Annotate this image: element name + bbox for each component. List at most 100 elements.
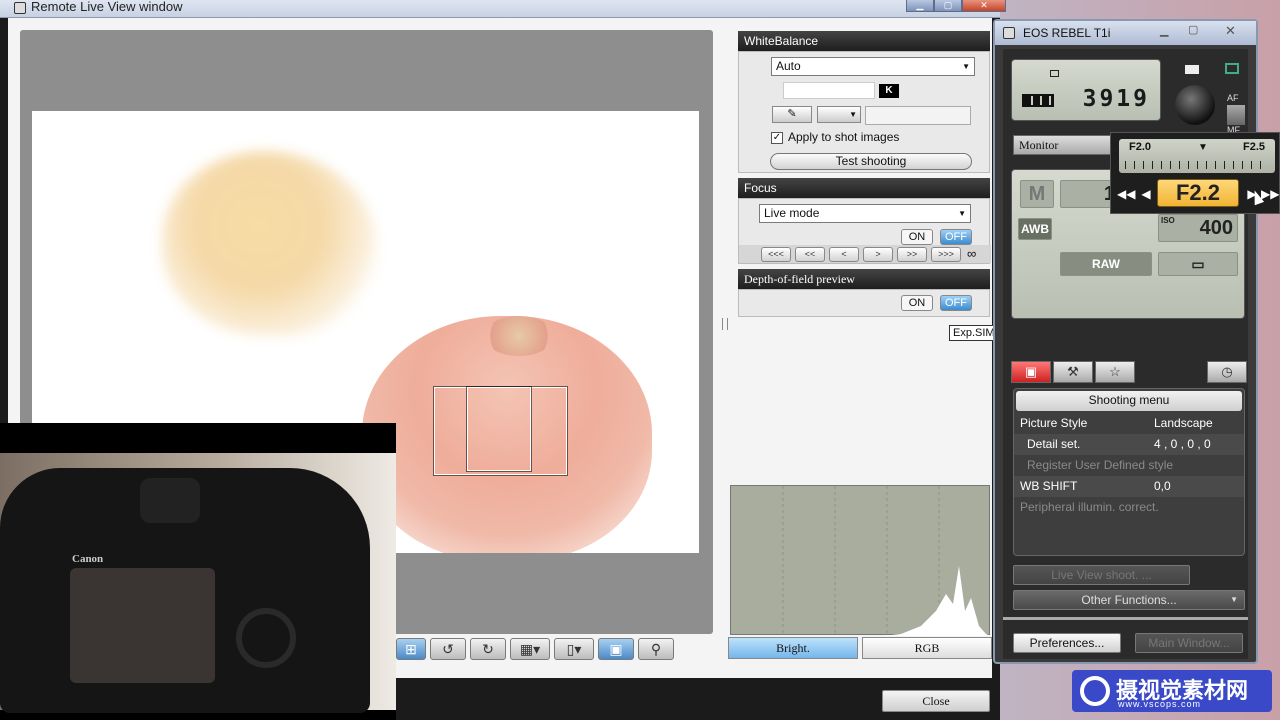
eyedropper-icon: ✎ — [787, 108, 797, 120]
wb-shift-select[interactable]: ▼ — [817, 106, 861, 123]
aperture-value: F2.2 — [1157, 179, 1239, 207]
timer-tab-clock-icon[interactable]: ◷ — [1207, 361, 1247, 383]
splitter-handle[interactable] — [722, 318, 728, 330]
menu-key: Picture Style — [1020, 416, 1088, 430]
focus-section: Live mode ON OFF <<< << < > >> >>> ∞ — [738, 198, 991, 264]
kelvin-input[interactable] — [783, 82, 875, 99]
main-window-button[interactable]: Main Window... — [1135, 633, 1243, 653]
camera-photo: Canon — [0, 453, 396, 713]
wb-value-field[interactable] — [865, 106, 971, 125]
bright-tab[interactable]: Bright. — [728, 637, 858, 659]
focus-mode-select[interactable]: Live mode — [759, 204, 971, 223]
maximize-button[interactable]: ▢ — [934, 0, 962, 12]
scale-right-label: F2.5 — [1242, 141, 1265, 153]
aperture-first-button[interactable]: ◀◀ — [1117, 183, 1135, 205]
rlv-titlebar[interactable]: Remote Live View window ▁ ▢ ✕ — [0, 0, 1006, 18]
dof-on-button[interactable]: ON — [901, 295, 933, 311]
settings-panel: WhiteBalance Auto K ✎ ▼ ✓ Apply to shot … — [738, 31, 991, 317]
iso-setting[interactable]: ISO 400 — [1158, 214, 1238, 242]
eos-close-button[interactable]: ✕ — [1225, 23, 1236, 39]
zoom-button[interactable]: ⚲ — [638, 638, 674, 660]
my-menu-tab-star-icon[interactable]: ☆ — [1095, 361, 1135, 383]
focus-far-1-button[interactable]: > — [863, 247, 893, 262]
menu-row-peripheral: Peripheral illumin. correct. — [1014, 497, 1244, 518]
focus-near-3-button[interactable]: <<< — [761, 247, 791, 262]
scale-marker-icon: ▼ — [1198, 142, 1208, 153]
card-icon — [1185, 65, 1199, 74]
image-view-button[interactable]: ▣ — [598, 638, 634, 660]
preferences-button[interactable]: Preferences... — [1013, 633, 1121, 653]
menu-row-picture-style[interactable]: Picture Style Landscape — [1014, 413, 1244, 434]
menu-value: Landscape — [1154, 416, 1213, 430]
white-balance-indicator[interactable]: AWB — [1018, 218, 1052, 240]
live-view-shoot-button[interactable]: Live View shoot. ... — [1013, 565, 1190, 585]
focus-near-2-button[interactable]: << — [795, 247, 825, 262]
eos-window-title: EOS REBEL T1i — [1023, 26, 1111, 40]
app-icon — [14, 2, 26, 14]
blurred-yellow-onion — [162, 151, 377, 336]
focus-header: Focus — [738, 178, 990, 198]
eos-divider — [1003, 617, 1248, 620]
focus-far-3-button[interactable]: >>> — [931, 247, 961, 262]
shooting-tab-camera-icon[interactable]: ▣ — [1011, 361, 1051, 383]
eyedropper-button[interactable]: ✎ — [772, 106, 812, 123]
focus-far-2-button[interactable]: >> — [897, 247, 927, 262]
watermark-icon — [1080, 676, 1110, 706]
camera-icon — [1225, 63, 1239, 74]
focus-off-button[interactable]: OFF — [940, 229, 972, 245]
close-button[interactable]: Close — [882, 690, 990, 712]
eos-utility-window: EOS REBEL T1i ▁ ▢ ✕ 3919 AF MF Monitor M… — [993, 19, 1258, 664]
eos-titlebar[interactable]: EOS REBEL T1i ▁ ▢ ✕ — [995, 21, 1256, 45]
focus-on-button[interactable]: ON — [901, 229, 933, 245]
shooting-menu: Shooting menu Picture Style Landscape De… — [1013, 388, 1245, 556]
focus-near-1-button[interactable]: < — [829, 247, 859, 262]
minimize-button[interactable]: ▁ — [906, 0, 934, 12]
white-balance-header: WhiteBalance — [738, 31, 990, 51]
apply-label: Apply to shot images — [788, 130, 900, 144]
af-frame[interactable] — [466, 386, 532, 472]
menu-key: Peripheral illumin. correct. — [1020, 500, 1159, 514]
eos-minimize-button[interactable]: ▁ — [1160, 24, 1168, 37]
eos-tabs: ▣ ⚒ ☆ ◷ — [1011, 361, 1247, 383]
chevron-down-icon: ▼ — [1230, 595, 1238, 604]
window-close-button[interactable]: ✕ — [962, 0, 1006, 12]
menu-row-detail-set[interactable]: Detail set. 4 , 0 , 0 , 0 — [1014, 434, 1244, 455]
aspect-ratio-button[interactable]: ▯▾ — [554, 638, 594, 660]
other-functions-label: Other Functions... — [1081, 593, 1177, 607]
iso-label: ISO — [1161, 216, 1175, 225]
red-onion-top — [484, 316, 554, 356]
dof-section: ON OFF — [738, 289, 990, 317]
white-balance-select[interactable]: Auto — [771, 57, 975, 76]
grid-overlay-button[interactable]: ▦▾ — [510, 638, 550, 660]
watermark-url: www.vscops.com — [1118, 699, 1202, 709]
menu-key: WB SHIFT — [1020, 479, 1078, 493]
menu-row-wb-shift[interactable]: WB SHIFT 0,0 — [1014, 476, 1244, 497]
shots-remaining: 3919 — [1082, 86, 1150, 112]
main-dial[interactable] — [1175, 85, 1215, 125]
image-quality[interactable]: RAW — [1060, 252, 1152, 276]
rotate-right-button[interactable]: ↻ — [470, 638, 506, 660]
histogram — [730, 485, 991, 636]
aperture-prev-button[interactable]: ◀ — [1137, 183, 1155, 205]
pc-transfer-icon[interactable]: ▭ — [1158, 252, 1238, 276]
live-view-toolbar: ⊞ ↺ ↻ ▦▾ ▯▾ ▣ ⚲ — [396, 638, 674, 660]
aperture-scale[interactable]: F2.0 F2.5 ▼ — [1119, 139, 1275, 173]
battery-shots-lcd: 3919 — [1011, 59, 1161, 121]
monitor-button[interactable]: Monitor — [1013, 135, 1113, 155]
dof-off-button[interactable]: OFF — [940, 295, 972, 311]
grid-view-button[interactable]: ⊞ — [396, 638, 426, 660]
settings-tab-tools-icon[interactable]: ⚒ — [1053, 361, 1093, 383]
menu-value: 4 , 0 , 0 , 0 — [1154, 437, 1211, 451]
rotate-left-button[interactable]: ↺ — [430, 638, 466, 660]
white-balance-section: Auto K ✎ ▼ ✓ Apply to shot images Test s… — [738, 51, 990, 173]
rgb-tab[interactable]: RGB — [862, 637, 992, 659]
camera-dial — [236, 608, 296, 668]
test-shooting-button[interactable]: Test shooting — [770, 153, 972, 170]
other-functions-button[interactable]: Other Functions... ▼ — [1013, 590, 1245, 610]
apply-checkbox[interactable]: ✓ — [771, 132, 783, 144]
af-mf-switch[interactable] — [1227, 105, 1245, 125]
camera-lcd — [70, 568, 215, 683]
eos-maximize-button[interactable]: ▢ — [1188, 23, 1198, 36]
infinity-icon: ∞ — [967, 246, 977, 261]
mode-dial[interactable]: M — [1020, 180, 1054, 208]
